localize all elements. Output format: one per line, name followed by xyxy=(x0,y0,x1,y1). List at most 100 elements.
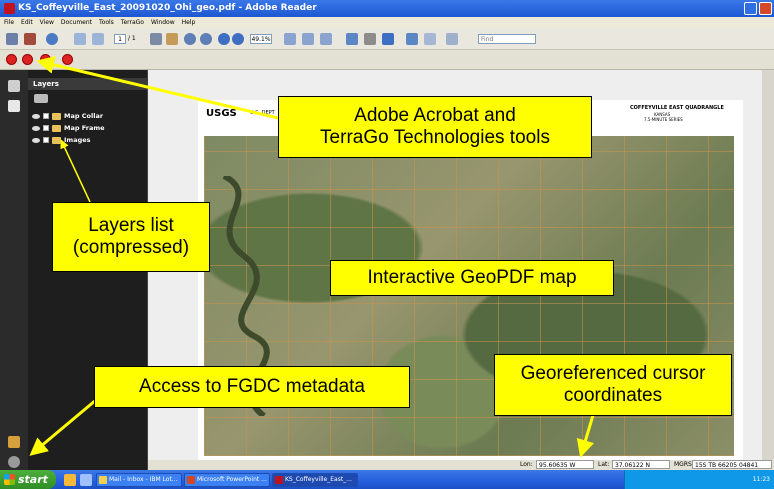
zoom-minus-icon[interactable] xyxy=(218,33,230,45)
pages-icon[interactable] xyxy=(8,80,20,92)
window-titlebar: KS_Coffeyville_East_20091020_Ohi_geo.pdf… xyxy=(0,0,774,17)
print-icon[interactable] xyxy=(6,33,18,45)
tray-clock: 11:23 xyxy=(752,476,770,483)
taskbar-item-label: KS_Coffeyville_East_... xyxy=(285,476,352,483)
terrago-location-icon[interactable] xyxy=(6,54,17,65)
rotate-icon[interactable] xyxy=(346,33,358,45)
page-total: / 1 xyxy=(128,35,136,42)
navigation-rail xyxy=(0,70,28,470)
layer-label: Images xyxy=(64,136,91,144)
hand-tool-icon[interactable] xyxy=(166,33,178,45)
menu-file[interactable]: File xyxy=(4,17,14,28)
menu-tools[interactable]: Tools xyxy=(99,17,114,28)
callout-coords-line2: coordinates xyxy=(563,385,663,406)
zoom-out-icon[interactable] xyxy=(200,33,212,45)
zoom-in-icon[interactable] xyxy=(184,33,196,45)
callout-metadata: Access to FGDC metadata xyxy=(94,366,410,408)
layers-options-button[interactable] xyxy=(34,94,48,103)
callout-map: Interactive GeoPDF map xyxy=(330,260,614,296)
screenshot: KS_Coffeyville_East_20091020_Ohi_geo.pdf… xyxy=(0,0,774,489)
minimize-button[interactable] xyxy=(744,2,757,15)
expand-icon[interactable] xyxy=(43,137,49,143)
lat-value: 37.06122 N xyxy=(612,460,670,469)
layer-item[interactable]: Map Collar xyxy=(32,110,144,122)
close-button[interactable] xyxy=(759,2,772,15)
menu-help[interactable]: Help xyxy=(182,17,196,28)
layer-item[interactable]: Map Frame xyxy=(32,122,144,134)
vertical-scrollbar[interactable] xyxy=(762,70,774,460)
snapshot-icon[interactable] xyxy=(364,33,376,45)
mgrs-value: 15S TB 66205 04841 xyxy=(692,460,772,469)
menu-view[interactable]: View xyxy=(40,17,54,28)
find-input[interactable]: Find xyxy=(478,34,536,44)
expand-icon[interactable] xyxy=(43,125,49,131)
folder-icon xyxy=(52,136,61,144)
layers-panel-title: Layers xyxy=(28,78,148,90)
window-title: KS_Coffeyville_East_20091020_Ohi_geo.pdf… xyxy=(18,3,317,13)
menu-window[interactable]: Window xyxy=(151,17,175,28)
typewriter-icon[interactable] xyxy=(424,33,436,45)
taskbar-item-label: Mail - Inbox - IBM Lot... xyxy=(109,476,178,483)
folder-icon xyxy=(52,112,61,120)
callout-layers: Layers list (compressed) xyxy=(52,202,210,272)
expand-icon[interactable] xyxy=(43,113,49,119)
zoom-level-field[interactable]: 49.1% xyxy=(250,34,272,44)
usgs-logo: USGS xyxy=(206,108,237,119)
menu-terrago[interactable]: TerraGo xyxy=(121,17,144,28)
previous-page-icon[interactable] xyxy=(74,33,86,45)
full-screen-icon[interactable] xyxy=(406,33,418,45)
read-mode-icon[interactable] xyxy=(382,33,394,45)
terrago-measure-icon[interactable] xyxy=(40,54,51,65)
next-page-icon[interactable] xyxy=(92,33,104,45)
eye-icon[interactable] xyxy=(32,113,40,119)
callout-tools-line1: Adobe Acrobat and xyxy=(354,105,516,127)
lon-value: 95.60635 W xyxy=(536,460,594,469)
attachments-icon[interactable] xyxy=(8,456,20,468)
select-tool-icon[interactable] xyxy=(150,33,162,45)
layer-item[interactable]: Images xyxy=(32,134,144,146)
eye-icon[interactable] xyxy=(32,137,40,143)
coordinate-statusbar: Lon: 95.60635 W Lat: 37.06122 N MGRS: 15… xyxy=(148,460,774,470)
callout-layers-line1: Layers list xyxy=(88,215,174,237)
terrago-mark-icon[interactable] xyxy=(22,54,33,65)
terrago-toolbar xyxy=(0,50,774,70)
eye-icon[interactable] xyxy=(32,125,40,131)
mgrs-label: MGRS: xyxy=(674,461,694,468)
quad-title: COFFEYVILLE EAST QUADRANGLE xyxy=(630,105,724,111)
email-icon[interactable] xyxy=(24,33,36,45)
start-label: start xyxy=(18,473,48,486)
callout-tools: Adobe Acrobat and TerraGo Technologies t… xyxy=(278,96,592,158)
windows-logo-icon xyxy=(4,474,15,485)
document-icon[interactable] xyxy=(446,33,458,45)
page-number-input[interactable]: 1 xyxy=(114,34,126,44)
callout-layers-line2: (compressed) xyxy=(72,237,190,258)
lon-label: Lon: xyxy=(520,461,533,468)
metadata-icon[interactable] xyxy=(8,436,20,448)
adobe-reader-icon xyxy=(275,476,283,484)
taskbar-item-powerpoint[interactable]: Microsoft PowerPoint ... xyxy=(184,473,270,487)
actual-size-icon[interactable] xyxy=(284,33,296,45)
start-button[interactable]: start xyxy=(0,470,56,489)
zoom-plus-icon[interactable] xyxy=(232,33,244,45)
taskbar-item-mail[interactable]: Mail - Inbox - IBM Lot... xyxy=(96,473,182,487)
menu-edit[interactable]: Edit xyxy=(21,17,33,28)
menubar: File Edit View Document Tools TerraGo Wi… xyxy=(0,17,774,28)
taskbar-item-label: Microsoft PowerPoint ... xyxy=(197,476,267,483)
quicklaunch-desktop-icon[interactable] xyxy=(80,474,92,486)
layer-label: Map Collar xyxy=(64,112,104,120)
layers-list: Map Collar Map Frame Images xyxy=(32,110,144,146)
folder-icon xyxy=(52,124,61,132)
fit-width-icon[interactable] xyxy=(320,33,332,45)
powerpoint-icon xyxy=(187,476,195,484)
callout-metadata-line1: Access to FGDC metadata xyxy=(139,376,365,398)
fit-page-icon[interactable] xyxy=(302,33,314,45)
quicklaunch-explorer-icon[interactable] xyxy=(64,474,76,486)
menu-document[interactable]: Document xyxy=(61,17,92,28)
acrobat-toolbar: 1 / 1 49.1% Find xyxy=(0,28,774,50)
terrago-gps-icon[interactable] xyxy=(62,54,73,65)
taskbar-item-reader[interactable]: KS_Coffeyville_East_... xyxy=(272,473,358,487)
mail-icon xyxy=(99,476,107,484)
quad-series: 7.5-MINUTE SERIES xyxy=(644,117,683,122)
collaborate-icon[interactable] xyxy=(46,33,58,45)
layers-icon[interactable] xyxy=(8,100,20,112)
